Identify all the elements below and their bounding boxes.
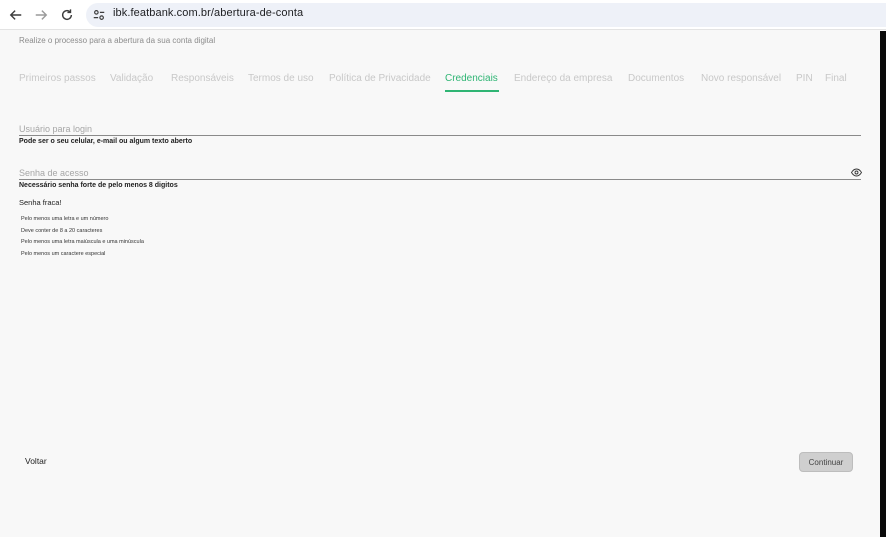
tab-termos-de-uso[interactable]: Termos de uso: [248, 73, 314, 84]
password-rule: Deve conter de 8 a 20 caracteres: [21, 228, 103, 234]
password-rule: Pelo menos uma letra e um número: [21, 216, 109, 222]
tab-primeiros-passos[interactable]: Primeiros passos: [19, 73, 96, 84]
tab-novo-responsavel[interactable]: Novo responsável: [701, 73, 781, 84]
password-input-underline: [19, 179, 861, 180]
login-help-text: Pode ser o seu celular, e-mail ou algum …: [19, 138, 193, 145]
continue-button[interactable]: Continuar: [799, 452, 853, 472]
scrollbar[interactable]: [880, 31, 886, 537]
password-strength-text: Senha fraca!: [19, 198, 62, 207]
tab-pin[interactable]: PIN: [796, 73, 813, 84]
address-bar[interactable]: ibk.featbank.com.br/abertura-de-conta: [86, 3, 886, 27]
tab-documentos[interactable]: Documentos: [628, 73, 684, 84]
login-input[interactable]: Usuário para login: [19, 124, 92, 134]
tab-credenciais[interactable]: Credenciais: [445, 73, 498, 84]
forward-arrow-icon[interactable]: [31, 5, 51, 25]
back-button[interactable]: Voltar: [25, 456, 47, 466]
password-help-text: Necessário senha forte de pelo menos 8 d…: [19, 182, 178, 189]
tab-responsaveis[interactable]: Responsáveis: [171, 73, 234, 84]
reload-icon[interactable]: [57, 5, 77, 25]
login-input-underline: [19, 135, 861, 136]
browser-toolbar: ibk.featbank.com.br/abertura-de-conta: [0, 0, 886, 30]
page-subtitle: Realize o processo para a abertura da su…: [19, 36, 216, 45]
eye-icon[interactable]: [851, 168, 862, 177]
tab-final[interactable]: Final: [825, 73, 847, 84]
active-tab-indicator: [445, 90, 499, 92]
url-text: ibk.featbank.com.br/abertura-de-conta: [113, 7, 304, 19]
back-arrow-icon[interactable]: [6, 5, 26, 25]
tab-validacao[interactable]: Validação: [110, 73, 153, 84]
site-settings-icon[interactable]: [92, 8, 106, 22]
tab-endereco-da-empresa[interactable]: Endereço da empresa: [514, 73, 612, 84]
password-rule: Pelo menos uma letra maiúscula e uma min…: [21, 239, 144, 245]
tab-politica-de-privacidade[interactable]: Política de Privacidade: [329, 73, 431, 84]
password-rule: Pelo menos um caractere especial: [21, 251, 106, 257]
password-input[interactable]: Senha de acesso: [19, 168, 89, 178]
